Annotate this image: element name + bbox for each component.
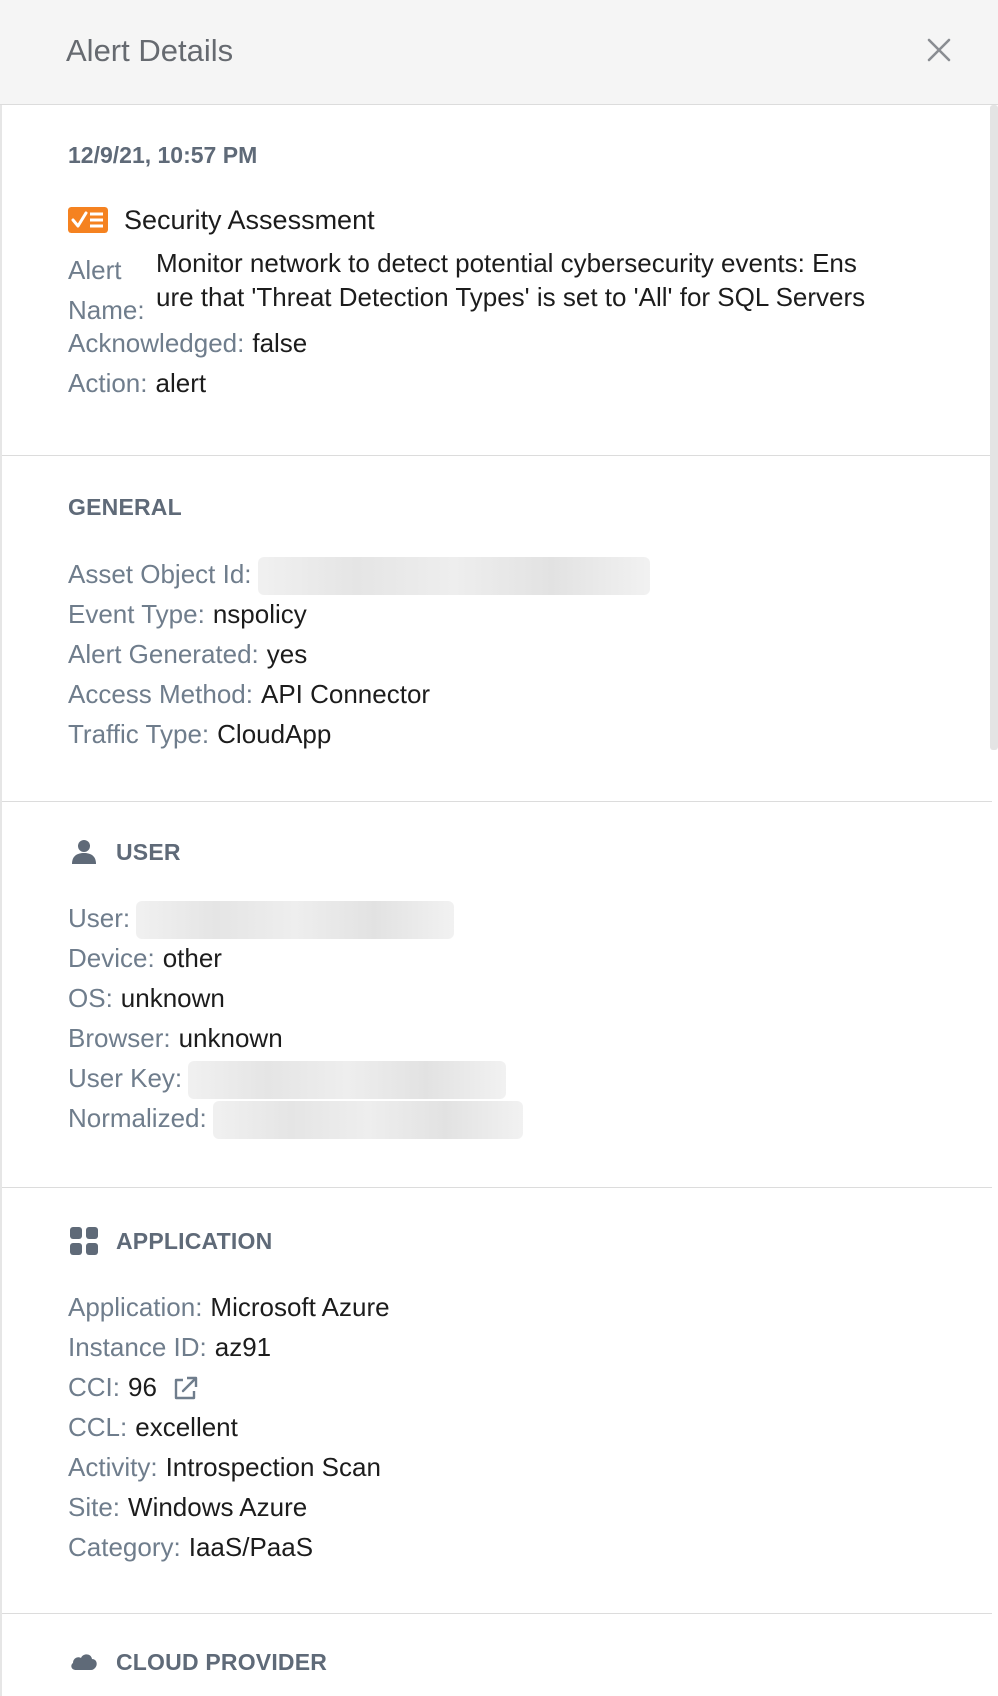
user-section: USER User: Device: other OS: unknown Brows…	[2, 802, 992, 1188]
cci-label: CCI:	[68, 1372, 120, 1402]
os-value: unknown	[120, 983, 225, 1013]
acknowledged-value: false	[252, 328, 308, 358]
device-value: other	[162, 943, 222, 973]
redacted-value	[212, 1101, 523, 1140]
alert-generated-label: Alert Generated:	[68, 639, 259, 669]
user-label: User:	[68, 903, 131, 933]
action-value: alert	[155, 368, 207, 398]
event-type-row: Event Type: nspolicy	[68, 597, 307, 631]
browser-row: Browser: unknown	[68, 1021, 283, 1055]
category-label: Category:	[68, 1532, 181, 1562]
panel-title: Alert Details	[66, 33, 234, 68]
alert-name-line-1: Monitor network to detect potential cybe…	[156, 248, 857, 278]
application-value: Microsoft Azure	[210, 1292, 390, 1322]
alert-summary-section: 12/9/21, 10:57 PM Security Assessment Al…	[2, 105, 992, 456]
browser-value: unknown	[178, 1023, 283, 1053]
cci-row: CCI: 96	[68, 1370, 199, 1404]
event-type-value: nspolicy	[212, 599, 307, 629]
site-label: Site:	[68, 1492, 121, 1522]
category-row: Category: IaaS/PaaS	[68, 1530, 313, 1564]
action-label: Action:	[68, 368, 148, 398]
site-value: Windows Azure	[128, 1492, 308, 1522]
event-type-label: Event Type:	[68, 599, 205, 629]
panel-body: 12/9/21, 10:57 PM Security Assessment Al…	[0, 105, 998, 1696]
normalized-row: Normalized:	[68, 1101, 523, 1140]
device-row: Device: other	[68, 941, 222, 975]
alert-generated-value: yes	[266, 639, 308, 669]
person-icon	[72, 840, 96, 864]
ccl-row: CCL: excellent	[68, 1410, 238, 1444]
redacted-value	[136, 901, 455, 940]
application-label: Application:	[68, 1292, 203, 1322]
cci-value: 96	[128, 1372, 157, 1402]
instance-id-row: Instance ID: az91	[68, 1330, 271, 1364]
alert-name-line-2: ure that 'Threat Detection Types' is set…	[156, 282, 866, 312]
alert-name-label: Alert Name:	[68, 255, 145, 325]
browser-label: Browser:	[68, 1023, 171, 1053]
cloud-provider-section: CLOUD PROVIDER	[2, 1614, 992, 1696]
action-row: Action: alert	[68, 366, 206, 400]
instance-id-value: az91	[214, 1332, 272, 1362]
user-section-title: USER	[116, 839, 181, 865]
grid-icon	[70, 1227, 98, 1255]
checklist-icon	[68, 207, 108, 233]
device-label: Device:	[68, 943, 155, 973]
alert-name-value: Monitor network to detect potential cybe…	[156, 246, 946, 314]
cloud-icon	[71, 1654, 97, 1670]
application-section: APPLICATION Application: Microsoft Azure …	[2, 1188, 992, 1614]
activity-row: Activity: Introspection Scan	[68, 1450, 381, 1484]
user-row: User:	[68, 901, 455, 940]
alert-timestamp: 12/9/21, 10:57 PM	[68, 142, 258, 168]
panel-header: Alert Details	[0, 0, 998, 105]
acknowledged-label: Acknowledged:	[68, 328, 245, 358]
alert-type-label: Security Assessment	[124, 205, 375, 235]
alert-generated-row: Alert Generated: yes	[68, 637, 307, 671]
user-key-row: User Key:	[68, 1061, 507, 1100]
access-method-row: Access Method: API Connector	[68, 677, 430, 711]
normalized-label: Normalized:	[68, 1103, 207, 1133]
asset-object-id-label: Asset Object Id:	[68, 559, 252, 589]
traffic-type-label: Traffic Type:	[68, 719, 210, 749]
ccl-label: CCL:	[68, 1412, 128, 1442]
os-row: OS: unknown	[68, 981, 225, 1015]
redacted-value	[188, 1061, 507, 1100]
asset-object-id-row: Asset Object Id:	[68, 557, 650, 596]
alert-details-panel: Alert Details 12/9/21, 10:57 PM Security…	[0, 0, 998, 1696]
traffic-type-row: Traffic Type: CloudApp	[68, 717, 331, 751]
general-section-title: GENERAL	[68, 494, 182, 520]
traffic-type-value: CloudApp	[217, 719, 332, 749]
close-icon[interactable]	[921, 32, 957, 68]
site-row: Site: Windows Azure	[68, 1490, 307, 1524]
scrollbar[interactable]	[990, 105, 998, 750]
acknowledged-row: Acknowledged: false	[68, 326, 307, 360]
ccl-value: excellent	[135, 1412, 238, 1442]
general-section: GENERAL Asset Object Id: Event Type: nspo…	[2, 456, 992, 802]
application-section-title: APPLICATION	[116, 1228, 273, 1254]
application-row: Application: Microsoft Azure	[68, 1290, 390, 1324]
redacted-value	[257, 557, 650, 596]
activity-label: Activity:	[68, 1452, 158, 1482]
access-method-value: API Connector	[260, 679, 431, 709]
activity-value: Introspection Scan	[165, 1452, 381, 1482]
cloud-provider-section-title: CLOUD PROVIDER	[116, 1649, 328, 1675]
user-key-label: User Key:	[68, 1063, 183, 1093]
os-label: OS:	[68, 983, 113, 1013]
access-method-label: Access Method:	[68, 679, 253, 709]
external-link-icon[interactable]	[171, 1375, 199, 1403]
category-value: IaaS/PaaS	[188, 1532, 314, 1562]
instance-id-label: Instance ID:	[68, 1332, 207, 1362]
